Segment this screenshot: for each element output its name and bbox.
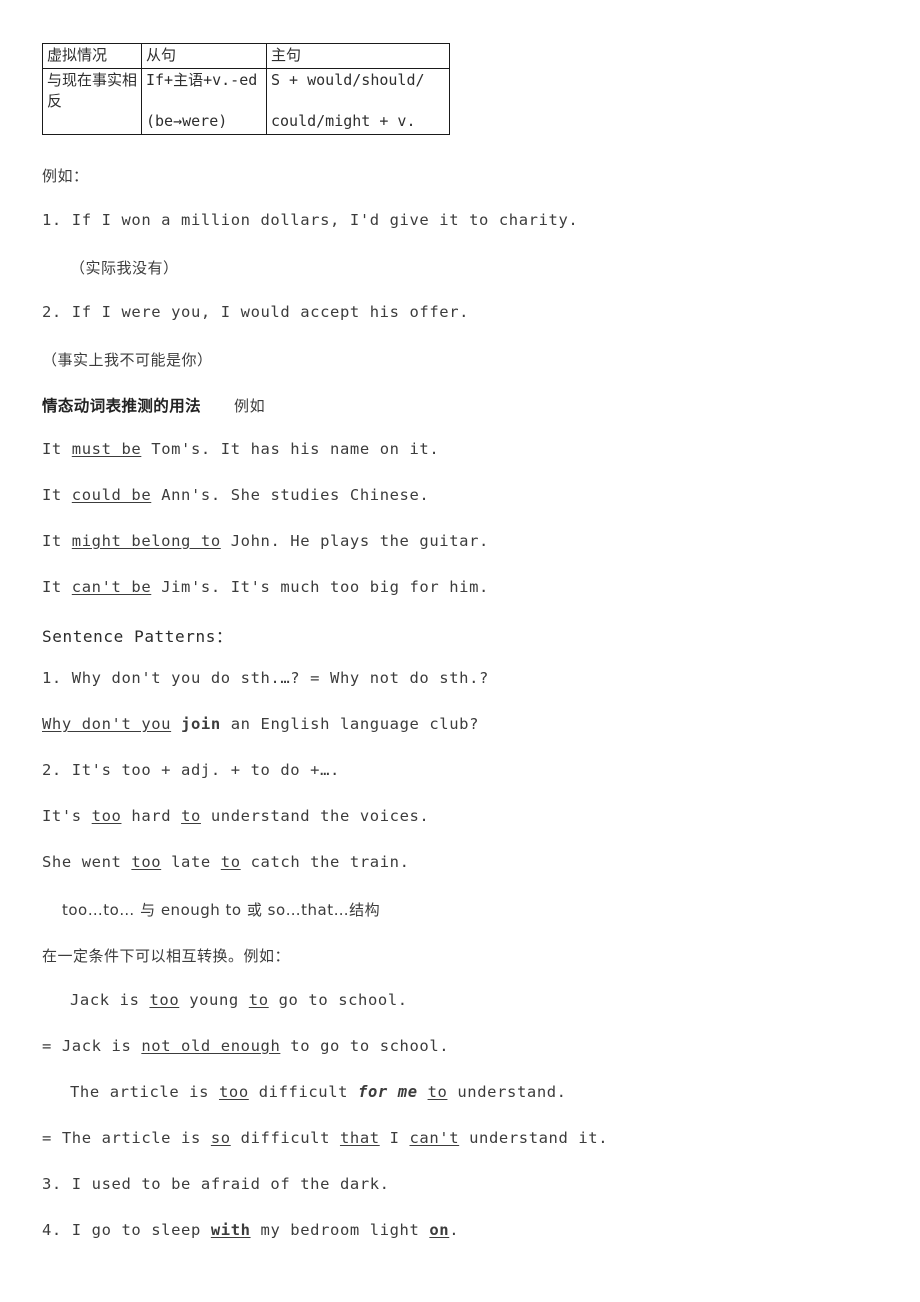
pattern-2-note-line-2: 在一定条件下可以相互转换。例如：: [42, 947, 291, 965]
modal-section-heading-suffix: 例如: [234, 397, 266, 415]
subjunctive-mood-table: 虚拟情况 从句 主句 与现在事实相反 If+主语+v.-ed (be→were)…: [42, 43, 450, 135]
conv3-italic: for me: [358, 1083, 418, 1101]
p2e2-part2: late: [161, 853, 221, 871]
conv1-prefix: Jack is: [70, 991, 150, 1009]
table-cell-condition: 与现在事实相反: [42, 68, 142, 135]
conv4-suffix: understand it.: [459, 1129, 609, 1147]
modal-example-1: It must be Tom's. It has his name on it.: [42, 440, 439, 458]
conv3-underline-1: too: [218, 1083, 249, 1101]
conversion-2: = Jack is not old enough to go to school…: [42, 1037, 449, 1055]
pattern-1-example: Why don't you join an English language c…: [42, 715, 479, 733]
conv3-underline-2: to: [427, 1083, 448, 1101]
pattern-2-note-line-1: too…to… 与 enough to 或 so…that…结构: [62, 901, 381, 919]
p4-bold-on: on: [429, 1221, 450, 1239]
conv4-mid2: I: [379, 1129, 410, 1147]
pattern-2-example-2: She went too late to catch the train.: [42, 853, 410, 871]
conv4-underline-3: can't: [409, 1129, 460, 1147]
p2e2-underline-1: too: [131, 853, 162, 871]
conv1-suffix: go to school.: [268, 991, 408, 1009]
table-cell-clause: If+主语+v.-ed (be→were): [141, 68, 267, 135]
conv1-mid: young: [179, 991, 249, 1009]
modal-example-2-after: Ann's. She studies Chinese.: [151, 486, 430, 504]
conv3-suffix: understand.: [447, 1083, 567, 1101]
conv4-underline-2: that: [339, 1129, 380, 1147]
conv4-mid: difficult: [230, 1129, 340, 1147]
table-header-condition: 虚拟情况: [42, 43, 142, 69]
conv4-underline-1: so: [210, 1129, 231, 1147]
modal-example-3-underline: might belong to: [71, 532, 221, 550]
clause-line-1: If+主语+v.-ed: [146, 71, 258, 89]
p2e2-part1: She went: [42, 853, 132, 871]
p4-bold-with: with: [210, 1221, 251, 1239]
p4-part3: .: [449, 1221, 460, 1239]
pattern-1-underline: Why don't you: [42, 715, 172, 733]
modal-example-3-after: John. He plays the guitar.: [220, 532, 489, 550]
modal-example-3: It might belong to John. He plays the gu…: [42, 532, 489, 550]
clause-line-2: (be→were): [146, 112, 228, 130]
conversion-4: = The article is so difficult that I can…: [42, 1129, 608, 1147]
table-header-row: 虚拟情况 从句 主句: [42, 43, 450, 69]
conversion-3: The article is too difficult for me to u…: [70, 1083, 567, 1101]
modal-example-4-before: It: [42, 578, 72, 596]
p2e1-part1: It's: [42, 807, 92, 825]
table-header-clause: 从句: [141, 43, 267, 69]
pattern-3: 3. I used to be afraid of the dark.: [42, 1175, 390, 1193]
p4-part1: 4. I go to sleep: [42, 1221, 211, 1239]
conv2-suffix: to go to school.: [280, 1037, 450, 1055]
table-cell-main: S + would/should/ could/might + v.: [266, 68, 450, 135]
sentence-patterns-heading: Sentence Patterns：: [42, 627, 233, 646]
pattern-2-example-1: It's too hard to understand the voices.: [42, 807, 429, 825]
conv4-prefix: = The article is: [42, 1129, 211, 1147]
modal-section-heading-row: 情态动词表推测的用法 例如: [42, 394, 265, 416]
conv1-underline-2: to: [248, 991, 269, 1009]
pattern-4: 4. I go to sleep with my bedroom light o…: [42, 1221, 459, 1239]
main-line-1: S + would/should/: [271, 71, 425, 89]
conversion-1: Jack is too young to go to school.: [70, 991, 408, 1009]
modal-example-1-after: Tom's. It has his name on it.: [141, 440, 440, 458]
table-row: 与现在事实相反 If+主语+v.-ed (be→were) S + would/…: [42, 68, 450, 135]
modal-example-2-before: It: [42, 486, 72, 504]
conv3-mid: difficult: [248, 1083, 359, 1101]
subjunctive-note-2: （事实上我不可能是你）: [42, 351, 213, 369]
modal-example-1-underline: must be: [71, 440, 142, 458]
p2e1-underline-1: too: [91, 807, 122, 825]
modal-example-2-underline: could be: [71, 486, 152, 504]
modal-example-4: It can't be Jim's. It's much too big for…: [42, 578, 489, 596]
conv2-underline-1: not old enough: [141, 1037, 281, 1055]
clause-spacer: [146, 91, 263, 111]
subjunctive-example-2: 2. If I were you, I would accept his off…: [42, 303, 470, 321]
subjunctive-example-1: 1. If I won a million dollars, I'd give …: [42, 211, 579, 229]
p2e2-underline-2: to: [220, 853, 241, 871]
pattern-1-bold: join: [181, 715, 221, 733]
table-header-main: 主句: [266, 43, 450, 69]
modal-example-4-underline: can't be: [71, 578, 152, 596]
p2e1-part2: hard: [121, 807, 182, 825]
modal-example-1-before: It: [42, 440, 72, 458]
subjunctive-note-1: （实际我没有）: [70, 259, 179, 277]
examples-label: 例如：: [42, 167, 89, 185]
pattern-2-rule: 2. It's too + adj. + to do +….: [42, 761, 340, 779]
p4-part2: my bedroom light: [250, 1221, 430, 1239]
main-spacer: [271, 91, 446, 111]
main-line-2: could/might + v.: [271, 112, 416, 130]
conv3-prefix: The article is: [70, 1083, 219, 1101]
p2e2-part3: catch the train.: [240, 853, 410, 871]
modal-section-heading: 情态动词表推测的用法: [42, 397, 202, 415]
modal-example-3-before: It: [42, 532, 72, 550]
conv1-underline-1: too: [149, 991, 180, 1009]
modal-example-4-after: Jim's. It's much too big for him.: [151, 578, 489, 596]
document-page: 虚拟情况 从句 主句 与现在事实相反 If+主语+v.-ed (be→were)…: [0, 0, 920, 1302]
p2e1-underline-2: to: [181, 807, 201, 825]
conv2-prefix: = Jack is: [42, 1037, 142, 1055]
modal-example-2: It could be Ann's. She studies Chinese.: [42, 486, 429, 504]
pattern-1-rest: an English language club?: [220, 715, 480, 733]
pattern-1-rule: 1. Why don't you do sth.…? = Why not do …: [42, 669, 489, 687]
p2e1-part3: understand the voices.: [200, 807, 430, 825]
